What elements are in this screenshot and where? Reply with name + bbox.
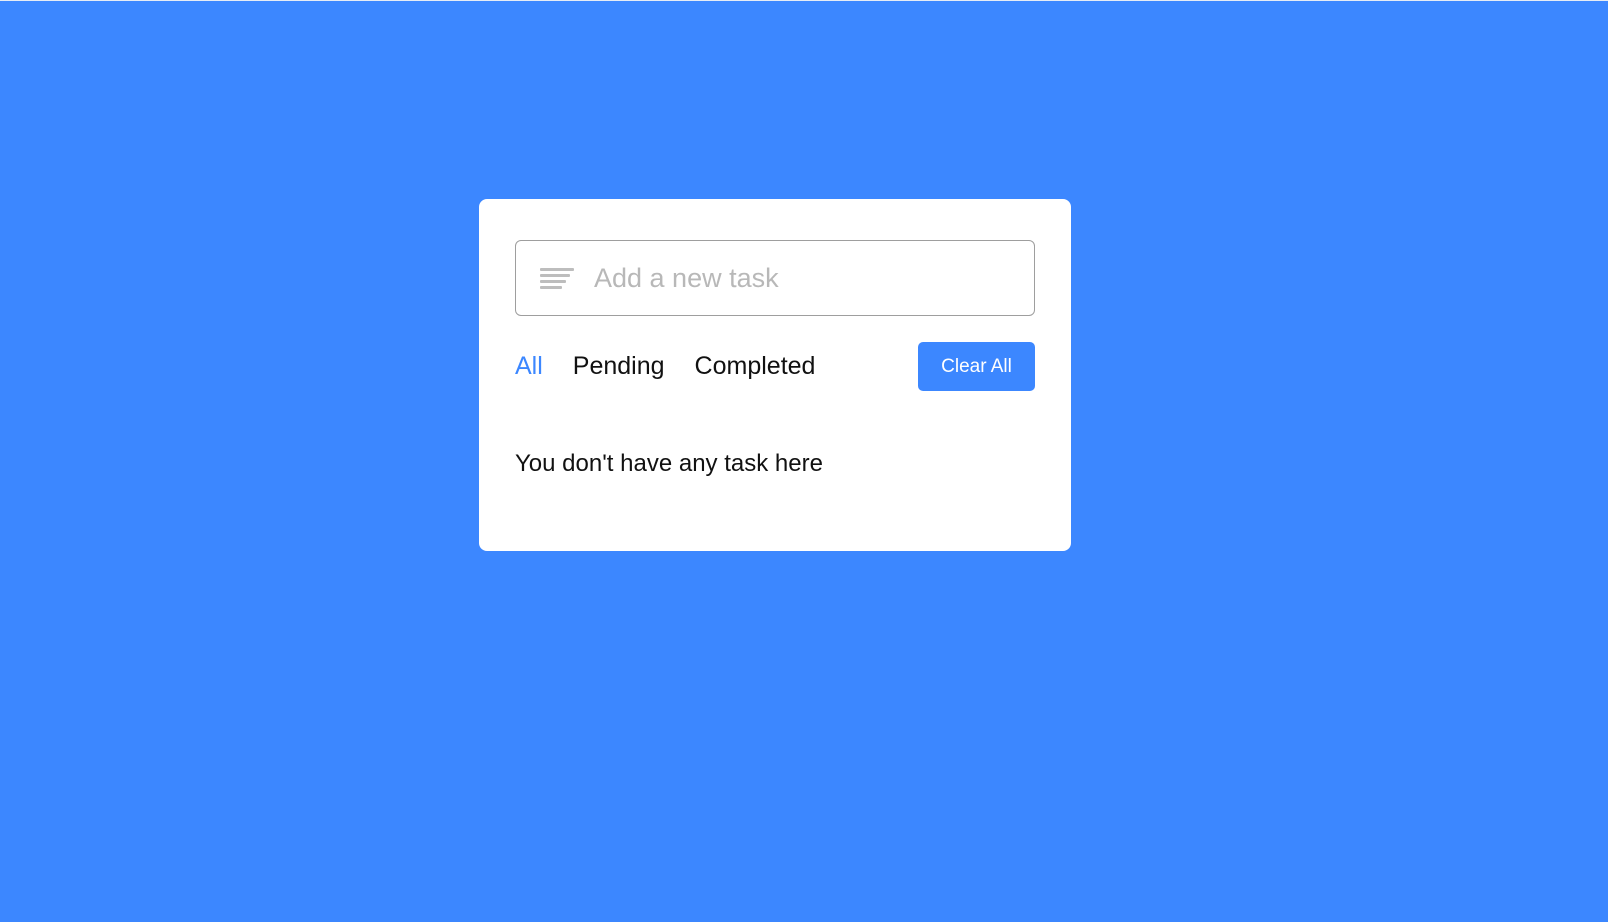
tab-pending[interactable]: Pending bbox=[573, 349, 665, 383]
filter-tabs: All Pending Completed bbox=[515, 349, 845, 383]
new-task-input[interactable] bbox=[594, 241, 1014, 315]
todo-card: All Pending Completed Clear All You don'… bbox=[479, 199, 1071, 551]
menu-lines-icon bbox=[540, 267, 574, 291]
task-input-container[interactable] bbox=[515, 240, 1035, 316]
empty-task-message: You don't have any task here bbox=[515, 450, 823, 477]
tab-completed[interactable]: Completed bbox=[695, 349, 816, 383]
window-top-border bbox=[0, 0, 1608, 1]
tab-all[interactable]: All bbox=[515, 349, 543, 383]
clear-all-button[interactable]: Clear All bbox=[918, 342, 1035, 391]
